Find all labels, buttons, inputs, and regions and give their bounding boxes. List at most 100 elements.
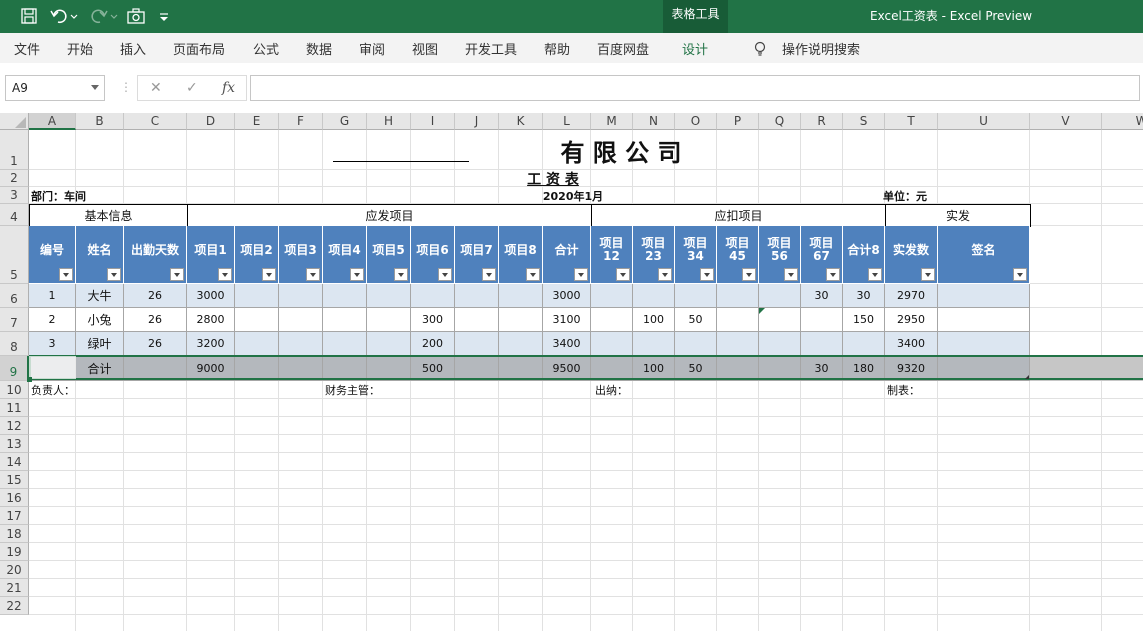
tab-help[interactable]: 帮助 xyxy=(544,39,570,58)
row-header[interactable]: 16 xyxy=(0,489,29,507)
table-cell[interactable]: 3000 xyxy=(543,284,591,308)
filter-dropdown-icon[interactable] xyxy=(826,268,840,281)
filter-dropdown-icon[interactable] xyxy=(107,268,121,281)
table-cell[interactable]: 30 xyxy=(843,284,885,308)
row-header[interactable]: 21 xyxy=(0,579,29,597)
unit-label[interactable]: 单位：元 xyxy=(883,187,963,204)
filter-dropdown-icon[interactable] xyxy=(170,268,184,281)
table-cell[interactable] xyxy=(323,332,367,356)
table-cell[interactable] xyxy=(717,308,759,332)
table-header-cell[interactable]: 实发数 xyxy=(885,226,938,284)
table-header-cell[interactable]: 项目12 xyxy=(591,226,633,284)
row-header[interactable]: 9 xyxy=(0,356,29,381)
filter-dropdown-icon[interactable] xyxy=(616,268,630,281)
table-cell[interactable] xyxy=(938,332,1030,356)
table-cell[interactable]: 2950 xyxy=(885,308,938,332)
column-header[interactable]: S xyxy=(843,113,885,130)
table-cell[interactable] xyxy=(843,332,885,356)
column-header[interactable]: H xyxy=(367,113,411,130)
pay-period-date[interactable]: 2020年1月 xyxy=(523,187,623,204)
row-header[interactable]: 18 xyxy=(0,525,29,543)
insert-function-icon[interactable]: fx xyxy=(222,80,235,96)
table-cell[interactable] xyxy=(279,332,323,356)
table-cell[interactable] xyxy=(938,308,1030,332)
table-cell[interactable]: 小兔 xyxy=(76,308,124,332)
row-header[interactable]: 17 xyxy=(0,507,29,525)
table-cell[interactable] xyxy=(235,284,279,308)
table-header-cell[interactable]: 合计 xyxy=(543,226,591,284)
table-header-cell[interactable]: 项目6 xyxy=(411,226,455,284)
filter-dropdown-icon[interactable] xyxy=(526,268,540,281)
table-cell[interactable]: 300 xyxy=(411,308,455,332)
camera-icon[interactable] xyxy=(125,7,147,27)
table-cell[interactable]: 26 xyxy=(124,332,187,356)
save-icon[interactable] xyxy=(18,7,40,27)
table-header-cell[interactable]: 项目8 xyxy=(499,226,543,284)
table-cell[interactable] xyxy=(455,308,499,332)
table-cell[interactable]: 100 xyxy=(633,308,675,332)
column-header[interactable]: Q xyxy=(759,113,801,130)
row-header[interactable]: 14 xyxy=(0,453,29,471)
tab-insert[interactable]: 插入 xyxy=(120,39,146,58)
table-cell[interactable] xyxy=(499,284,543,308)
table-header-cell[interactable]: 姓名 xyxy=(76,226,124,284)
tab-baidu-netdisk[interactable]: 百度网盘 xyxy=(597,39,649,58)
tab-formulas[interactable]: 公式 xyxy=(253,39,279,58)
row-header[interactable]: 5 xyxy=(0,226,29,284)
table-cell[interactable] xyxy=(591,332,633,356)
group-header[interactable]: 应扣项目 xyxy=(591,204,886,227)
filter-dropdown-icon[interactable] xyxy=(350,268,364,281)
column-header[interactable]: O xyxy=(675,113,717,130)
table-cell[interactable] xyxy=(235,332,279,356)
table-cell[interactable]: 大牛 xyxy=(76,284,124,308)
tab-review[interactable]: 审阅 xyxy=(359,39,385,58)
tab-view[interactable]: 视图 xyxy=(412,39,438,58)
column-header[interactable]: N xyxy=(633,113,675,130)
column-header[interactable]: U xyxy=(938,113,1030,130)
column-header[interactable]: B xyxy=(76,113,124,130)
worksheet-grid[interactable]: A B C D E F G H I J K L M N O P Q R S T U V W 1 2 3 4 5 6 7 8 9 10 11 12 13… xyxy=(0,113,1143,631)
filter-dropdown-icon[interactable] xyxy=(59,268,73,281)
table-header-cell[interactable]: 项目56 xyxy=(759,226,801,284)
table-cell[interactable]: 26 xyxy=(124,308,187,332)
company-name-blank[interactable]: ____________ xyxy=(333,136,469,162)
row-header[interactable]: 1 xyxy=(0,130,29,170)
table-cell[interactable] xyxy=(367,308,411,332)
table-cell[interactable] xyxy=(717,284,759,308)
filter-dropdown-icon[interactable] xyxy=(438,268,452,281)
filter-dropdown-icon[interactable] xyxy=(218,268,232,281)
table-header-cell[interactable]: 项目23 xyxy=(633,226,675,284)
filter-dropdown-icon[interactable] xyxy=(868,268,882,281)
table-cell[interactable]: 绿叶 xyxy=(76,332,124,356)
row-header[interactable]: 8 xyxy=(0,332,29,356)
filter-dropdown-icon[interactable] xyxy=(658,268,672,281)
tell-me-search[interactable]: 操作说明搜索 xyxy=(782,39,860,58)
tab-file[interactable]: 文件 xyxy=(14,39,40,58)
table-cell[interactable]: 3400 xyxy=(885,332,938,356)
filter-dropdown-icon[interactable] xyxy=(700,268,714,281)
table-cell[interactable] xyxy=(499,332,543,356)
column-header[interactable]: M xyxy=(591,113,633,130)
row-header[interactable]: 2 xyxy=(0,170,29,187)
table-cell[interactable]: 1 xyxy=(29,284,76,308)
table-header-cell[interactable]: 项目1 xyxy=(187,226,235,284)
lightbulb-icon[interactable] xyxy=(754,41,766,60)
table-cell[interactable] xyxy=(591,308,633,332)
table-cell[interactable]: 2970 xyxy=(885,284,938,308)
comment-indicator-icon[interactable] xyxy=(759,308,765,314)
filter-dropdown-icon[interactable] xyxy=(482,268,496,281)
table-cell[interactable] xyxy=(499,308,543,332)
table-cell[interactable]: 3200 xyxy=(187,332,235,356)
table-header-cell[interactable]: 项目2 xyxy=(235,226,279,284)
group-header[interactable]: 应发项目 xyxy=(187,204,592,227)
table-header-cell[interactable]: 项目34 xyxy=(675,226,717,284)
filter-dropdown-icon[interactable] xyxy=(742,268,756,281)
column-header[interactable]: K xyxy=(499,113,543,130)
row-header[interactable]: 20 xyxy=(0,561,29,579)
row-header[interactable]: 11 xyxy=(0,399,29,417)
sheet-title[interactable]: 有 限 公 司 xyxy=(531,130,711,170)
table-resize-handle-icon[interactable] xyxy=(1025,375,1029,379)
active-cell[interactable] xyxy=(29,356,76,379)
footer-cashier[interactable]: 出纳： xyxy=(595,381,655,399)
filter-dropdown-icon[interactable] xyxy=(574,268,588,281)
